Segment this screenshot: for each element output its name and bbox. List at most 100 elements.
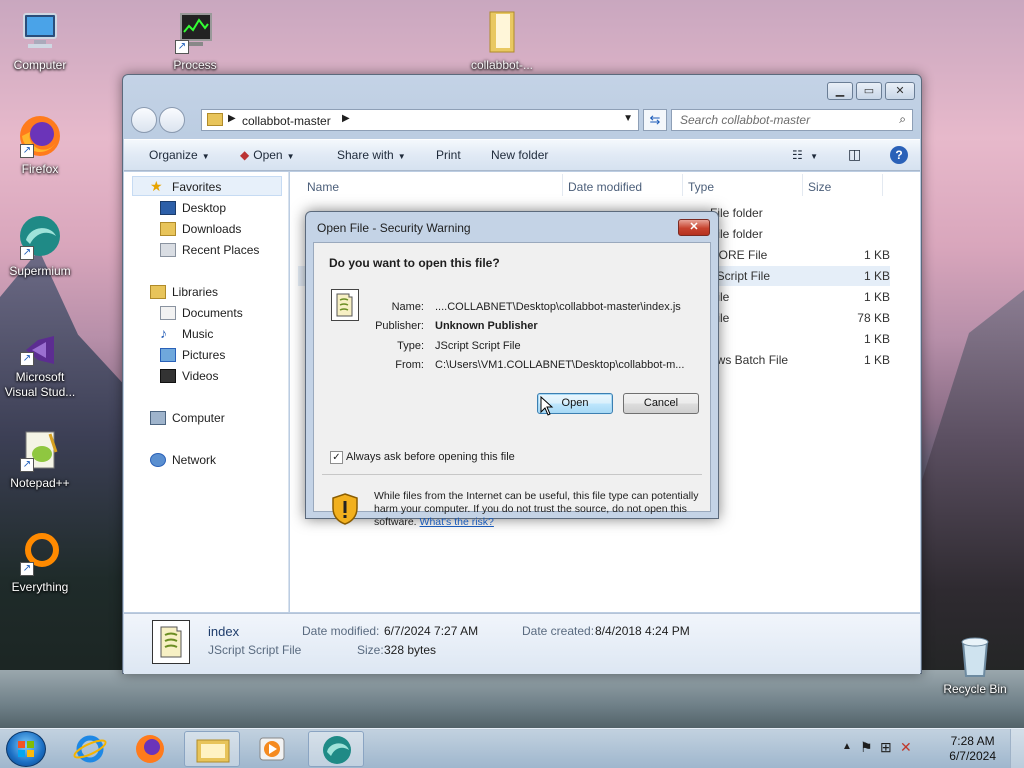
nav-label: Music xyxy=(182,327,214,341)
taskbar-windows-explorer[interactable] xyxy=(184,731,240,767)
always-ask-label[interactable]: Always ask before opening this file xyxy=(346,451,515,463)
type-value: JScript Script File xyxy=(435,340,521,352)
publisher-label: Publisher: xyxy=(375,320,424,332)
open-with-icon: ◆ xyxy=(240,148,250,162)
desktop-icon-collabbot-folder[interactable]: collabbot-... xyxy=(462,8,542,73)
shortcut-arrow-icon: ↗ xyxy=(20,352,34,366)
view-options-button[interactable]: ☷ ▼ xyxy=(792,148,818,162)
cancel-button[interactable]: Cancel xyxy=(623,393,699,414)
dialog-title: Open File - Security Warning xyxy=(317,221,471,235)
nav-documents[interactable]: Documents xyxy=(160,306,243,320)
chevron-down-icon: ▼ xyxy=(201,152,210,161)
start-button[interactable] xyxy=(6,731,46,767)
breadcrumb[interactable]: collabbot-master xyxy=(242,114,331,128)
taskbar-internet-explorer[interactable] xyxy=(62,731,118,767)
close-button[interactable]: ✕ xyxy=(885,82,915,100)
whats-the-risk-link[interactable]: What's the risk? xyxy=(420,516,494,528)
nav-favorites[interactable]: ★ Favorites xyxy=(150,178,222,194)
column-separator[interactable] xyxy=(802,174,803,196)
column-separator[interactable] xyxy=(562,174,563,196)
chevron-down-icon[interactable]: ▼ xyxy=(623,113,633,124)
column-separator[interactable] xyxy=(682,174,683,196)
nav-pictures[interactable]: Pictures xyxy=(160,348,225,362)
music-icon: ♪ xyxy=(160,325,167,341)
desktop-icon-notepadpp[interactable]: ↗ Notepad++ xyxy=(0,426,80,491)
dialog-question: Do you want to open this file? xyxy=(329,256,500,270)
desktop-icon-label: Firefox xyxy=(21,162,59,176)
nav-network[interactable]: Network xyxy=(150,453,217,467)
visual-studio-icon: ↗ xyxy=(16,332,64,368)
back-button[interactable] xyxy=(131,107,157,133)
taskbar-media-player[interactable] xyxy=(244,731,300,767)
desktop-icon-visual-studio[interactable]: ↗ Microsoft Visual Stud... xyxy=(0,332,80,400)
folder-icon xyxy=(207,113,223,126)
column-header-size[interactable]: Size xyxy=(808,180,831,194)
column-header-name[interactable]: Name xyxy=(307,180,339,194)
dialog-close-button[interactable]: ✕ xyxy=(678,219,710,236)
clock[interactable]: 7:28 AM 6/7/2024 xyxy=(949,734,996,764)
recent-places-icon xyxy=(160,243,176,257)
nav-recent-places[interactable]: Recent Places xyxy=(160,243,259,257)
desktop-icon-computer[interactable]: Computer xyxy=(0,8,80,73)
nav-music[interactable]: ♪ Music xyxy=(160,325,214,341)
refresh-button[interactable]: ⇆ xyxy=(643,109,667,131)
column-header-type[interactable]: Type xyxy=(688,180,714,194)
desktop-icon-process[interactable]: ↗ Process xyxy=(155,8,235,73)
organize-button[interactable]: Organize ▼ xyxy=(149,148,210,162)
nav-computer[interactable]: Computer xyxy=(150,411,225,425)
show-hidden-icons-icon[interactable]: ▲ xyxy=(842,741,852,752)
share-with-button[interactable]: Share with ▼ xyxy=(337,148,406,162)
folder-icon xyxy=(196,739,230,763)
nav-downloads[interactable]: Downloads xyxy=(160,222,242,236)
system-tray: ▲ ⚑ ⊞ ✕ 7:28 AM 6/7/2024 xyxy=(834,729,1024,768)
action-center-flag-icon[interactable]: ⚑ xyxy=(860,739,873,756)
desktop-icon-firefox[interactable]: ↗ Firefox xyxy=(0,112,80,177)
taskbar: ▲ ⚑ ⊞ ✕ 7:28 AM 6/7/2024 xyxy=(0,728,1024,768)
forward-button[interactable] xyxy=(159,107,185,133)
desktop-icon-everything[interactable]: ↗ Everything xyxy=(0,530,80,595)
help-icon[interactable]: ? xyxy=(890,146,908,164)
maximize-button[interactable]: ▭ xyxy=(856,82,882,100)
shortcut-arrow-icon: ↗ xyxy=(20,562,34,576)
desktop-icon-label: Computer xyxy=(13,58,67,72)
taskbar-firefox[interactable] xyxy=(122,731,178,767)
network-status-icon[interactable]: ⊞ xyxy=(880,739,892,756)
desktop-icon-supermium[interactable]: ↗ Supermium xyxy=(0,214,80,279)
nav-videos[interactable]: Videos xyxy=(160,369,218,383)
desktop-icon-recycle-bin[interactable]: Recycle Bin xyxy=(935,632,1015,697)
nav-label: Libraries xyxy=(172,285,219,299)
computer-icon xyxy=(16,8,64,56)
nav-label: Favorites xyxy=(172,180,222,194)
taskbar-supermium[interactable] xyxy=(308,731,364,767)
nav-label: Network xyxy=(172,453,217,467)
recycle-bin-icon xyxy=(951,632,999,680)
minimize-button[interactable]: ▁ xyxy=(827,82,853,100)
print-button[interactable]: Print xyxy=(436,148,461,162)
nav-libraries[interactable]: Libraries xyxy=(150,285,219,299)
breadcrumb-arrow-icon[interactable]: ▶ xyxy=(342,113,350,124)
shortcut-arrow-icon: ↗ xyxy=(20,458,34,472)
type-label: Type: xyxy=(397,340,424,352)
desktop-icon-label: Process xyxy=(173,58,217,72)
chevron-down-icon: ▼ xyxy=(810,152,819,161)
show-desktop-button[interactable] xyxy=(1010,729,1024,768)
always-ask-checkbox[interactable]: ✓ xyxy=(330,451,343,464)
details-file-name: index xyxy=(208,624,240,639)
internet-explorer-icon xyxy=(73,735,107,763)
open-button[interactable]: ◆ Open ▼ xyxy=(240,148,295,162)
address-bar[interactable]: ▶ collabbot-master ▶ ▼ xyxy=(201,109,639,131)
from-value: C:\Users\VM1.COLLABNET\Desktop\collabbot… xyxy=(435,359,685,371)
preview-pane-button[interactable]: ◫ xyxy=(848,146,861,163)
shortcut-arrow-icon: ↗ xyxy=(20,144,34,158)
new-folder-button[interactable]: New folder xyxy=(491,148,548,162)
volume-muted-icon[interactable]: ✕ xyxy=(900,739,912,756)
search-input[interactable]: Search collabbot-master ⌕ xyxy=(671,109,913,131)
column-header-date-modified[interactable]: Date modified xyxy=(568,180,642,194)
file-type: ows Batch File xyxy=(710,353,789,367)
column-separator[interactable] xyxy=(882,174,883,196)
clock-date: 6/7/2024 xyxy=(949,749,996,763)
nav-label: Desktop xyxy=(182,201,227,215)
nav-desktop[interactable]: Desktop xyxy=(160,201,227,215)
search-icon[interactable]: ⌕ xyxy=(899,112,906,127)
nav-label: Downloads xyxy=(182,222,242,236)
